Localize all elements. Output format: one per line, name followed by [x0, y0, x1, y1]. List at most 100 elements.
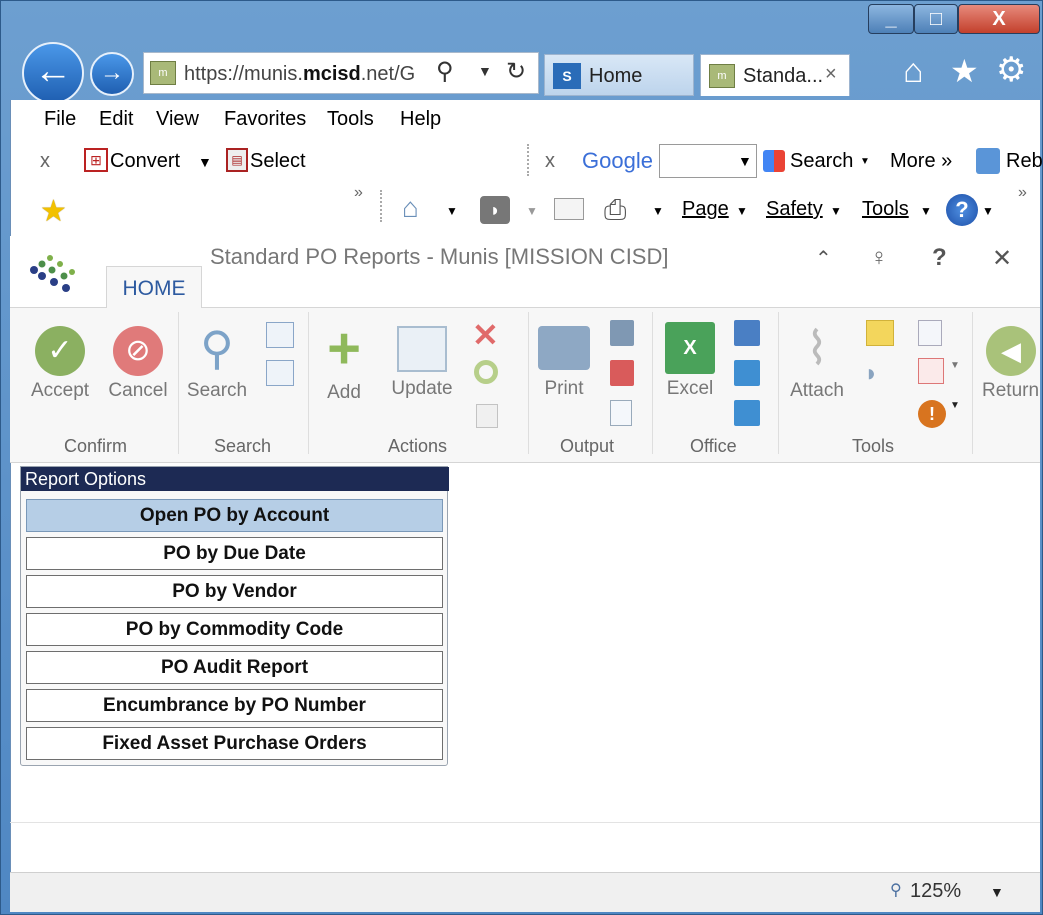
address-url[interactable]: https://munis.mcisd.net/G — [184, 63, 415, 86]
document-search-icon[interactable] — [918, 320, 942, 346]
page-dropdown-icon[interactable]: ▼ — [736, 204, 748, 218]
dropdown-arrow-icon[interactable]: ▼ — [478, 63, 492, 79]
delete-icon[interactable]: ✕ — [472, 316, 499, 354]
save-file-icon[interactable] — [610, 320, 634, 346]
forward-button[interactable]: → — [90, 52, 134, 96]
tab-close-icon[interactable]: × — [825, 63, 837, 86]
table-icon[interactable] — [918, 358, 944, 384]
excel-button[interactable]: X Excel — [660, 322, 720, 410]
safety-menu[interactable]: Safety — [766, 198, 823, 221]
table-dropdown-icon[interactable]: ▼ — [950, 360, 960, 371]
home-icon[interactable]: ⌂ — [903, 52, 924, 91]
group-label-output: Output — [560, 436, 615, 456]
favorites-star-icon[interactable]: ★ — [950, 52, 979, 90]
convert-button[interactable]: Convert — [110, 150, 180, 173]
toolbar-close-icon[interactable]: x — [40, 150, 50, 173]
menu-help[interactable]: Help — [400, 108, 441, 131]
print-dropdown-icon[interactable]: ▼ — [652, 204, 664, 218]
plus-icon: + — [327, 316, 361, 381]
group-label-confirm: Confirm — [64, 436, 128, 456]
ribbon-separator — [178, 312, 179, 454]
menu-view[interactable]: View — [156, 108, 199, 131]
help-icon[interactable]: ? — [932, 244, 947, 272]
group-label-search: Search — [214, 436, 272, 456]
toolbar2-overflow[interactable]: » — [1018, 184, 1027, 202]
refresh-icon[interactable]: ↻ — [506, 57, 526, 86]
preview-icon[interactable] — [610, 400, 632, 426]
menu-file[interactable]: File — [44, 108, 76, 131]
back-button[interactable]: ← — [22, 42, 84, 104]
collapse-ribbon-icon[interactable]: ⌃ — [815, 246, 832, 271]
report-option-po-audit-report[interactable]: PO Audit Report — [26, 651, 443, 684]
return-button[interactable]: ◀ Return — [980, 326, 1040, 410]
add-button[interactable]: + Add — [316, 316, 372, 410]
pdf-icon[interactable] — [610, 360, 634, 386]
settings-gear-icon[interactable]: ⚙ — [996, 50, 1026, 90]
list-view-icon[interactable] — [266, 322, 294, 348]
report-option-open-po-by-account[interactable]: Open PO by Account — [26, 499, 443, 532]
google-search-button[interactable]: Search — [790, 150, 853, 173]
attach-button[interactable]: ⌇ Attach — [784, 322, 850, 410]
report-option-po-by-vendor[interactable]: PO by Vendor — [26, 575, 443, 608]
tab-home-ribbon[interactable]: HOME — [106, 266, 202, 310]
rss-icon[interactable]: ◗ — [864, 360, 879, 388]
search-icon[interactable]: ⚲ — [436, 57, 454, 86]
google-bar-close-icon[interactable]: x — [545, 150, 555, 173]
convert-dropdown-icon[interactable]: ▼ — [198, 154, 212, 170]
copy-icon[interactable] — [476, 404, 498, 428]
select-button[interactable]: Select — [250, 150, 306, 173]
tab-home[interactable]: S Home — [544, 54, 694, 96]
menu-favorites[interactable]: Favorites — [224, 108, 306, 131]
search-button[interactable]: ⚲ Search — [186, 322, 248, 410]
print-button[interactable]: Print — [534, 322, 594, 410]
outlook-icon[interactable] — [734, 360, 760, 386]
report-option-po-by-due-date[interactable]: PO by Due Date — [26, 537, 443, 570]
update-label: Update — [391, 378, 453, 399]
lightbulb-icon[interactable]: ♀ — [870, 244, 888, 272]
alert-dropdown-icon[interactable]: ▼ — [950, 400, 960, 411]
search-dropdown-icon[interactable]: ▼ — [860, 156, 870, 167]
toolbar1-overflow[interactable]: » — [354, 184, 363, 202]
outlook-icon-2[interactable] — [734, 400, 760, 426]
home-toolbar-icon[interactable]: ⌂ — [402, 192, 419, 224]
home-dropdown-icon[interactable]: ▼ — [446, 204, 458, 218]
more-button[interactable]: More » — [890, 150, 952, 173]
word-icon[interactable] — [734, 320, 760, 346]
update-button[interactable]: Update — [386, 322, 458, 410]
sticky-note-icon[interactable] — [866, 320, 894, 346]
rss-feed-icon[interactable]: ◗ — [480, 196, 510, 224]
menu-tools[interactable]: Tools — [327, 108, 374, 131]
browse-view-icon[interactable] — [266, 360, 294, 386]
add-favorites-star-icon[interactable]: ★ — [40, 194, 67, 229]
page-menu[interactable]: Page — [682, 198, 729, 221]
mail-icon[interactable] — [554, 198, 584, 220]
refresh-circle-icon[interactable] — [474, 360, 498, 384]
tab-standard-po[interactable]: m Standa... × — [700, 54, 850, 96]
print-toolbar-icon[interactable]: ⎙ — [604, 194, 626, 227]
minimize-button[interactable]: _ — [868, 4, 914, 34]
zoom-level[interactable]: 125% — [910, 880, 961, 903]
safety-dropdown-icon[interactable]: ▼ — [830, 204, 842, 218]
zoom-dropdown-icon[interactable]: ▼ — [990, 884, 1004, 900]
close-app-icon[interactable]: ✕ — [992, 244, 1012, 273]
maximize-button[interactable]: □ — [914, 4, 958, 34]
close-window-button[interactable]: X — [958, 4, 1040, 34]
help-dropdown-icon[interactable]: ▼ — [982, 204, 994, 218]
ribbon-separator — [652, 312, 653, 454]
cancel-button[interactable]: ⊘ Cancel — [106, 326, 170, 410]
address-bar[interactable]: m https://munis.mcisd.net/G ⚲ ▼ ↻ — [143, 52, 539, 94]
report-option-fixed-asset-purchase-orders[interactable]: Fixed Asset Purchase Orders — [26, 727, 443, 760]
reb-button[interactable]: Reb — [1006, 150, 1043, 173]
alert-icon[interactable]: ! — [918, 400, 946, 428]
menu-edit[interactable]: Edit — [99, 108, 133, 131]
help-circle-icon[interactable]: ? — [946, 194, 978, 226]
tools-menu[interactable]: Tools — [862, 198, 909, 221]
report-option-po-by-commodity-code[interactable]: PO by Commodity Code — [26, 613, 443, 646]
dropdown-arrow-icon[interactable]: ▼ — [738, 153, 752, 169]
accept-button[interactable]: ✓ Accept — [28, 326, 92, 410]
tools-dropdown-icon[interactable]: ▼ — [920, 204, 932, 218]
report-option-encumbrance-by-po-number[interactable]: Encumbrance by PO Number — [26, 689, 443, 722]
ribbon-separator — [528, 312, 529, 454]
rss-dropdown-icon[interactable]: ▼ — [526, 204, 538, 218]
google-search-input[interactable]: ▼ — [659, 144, 757, 178]
